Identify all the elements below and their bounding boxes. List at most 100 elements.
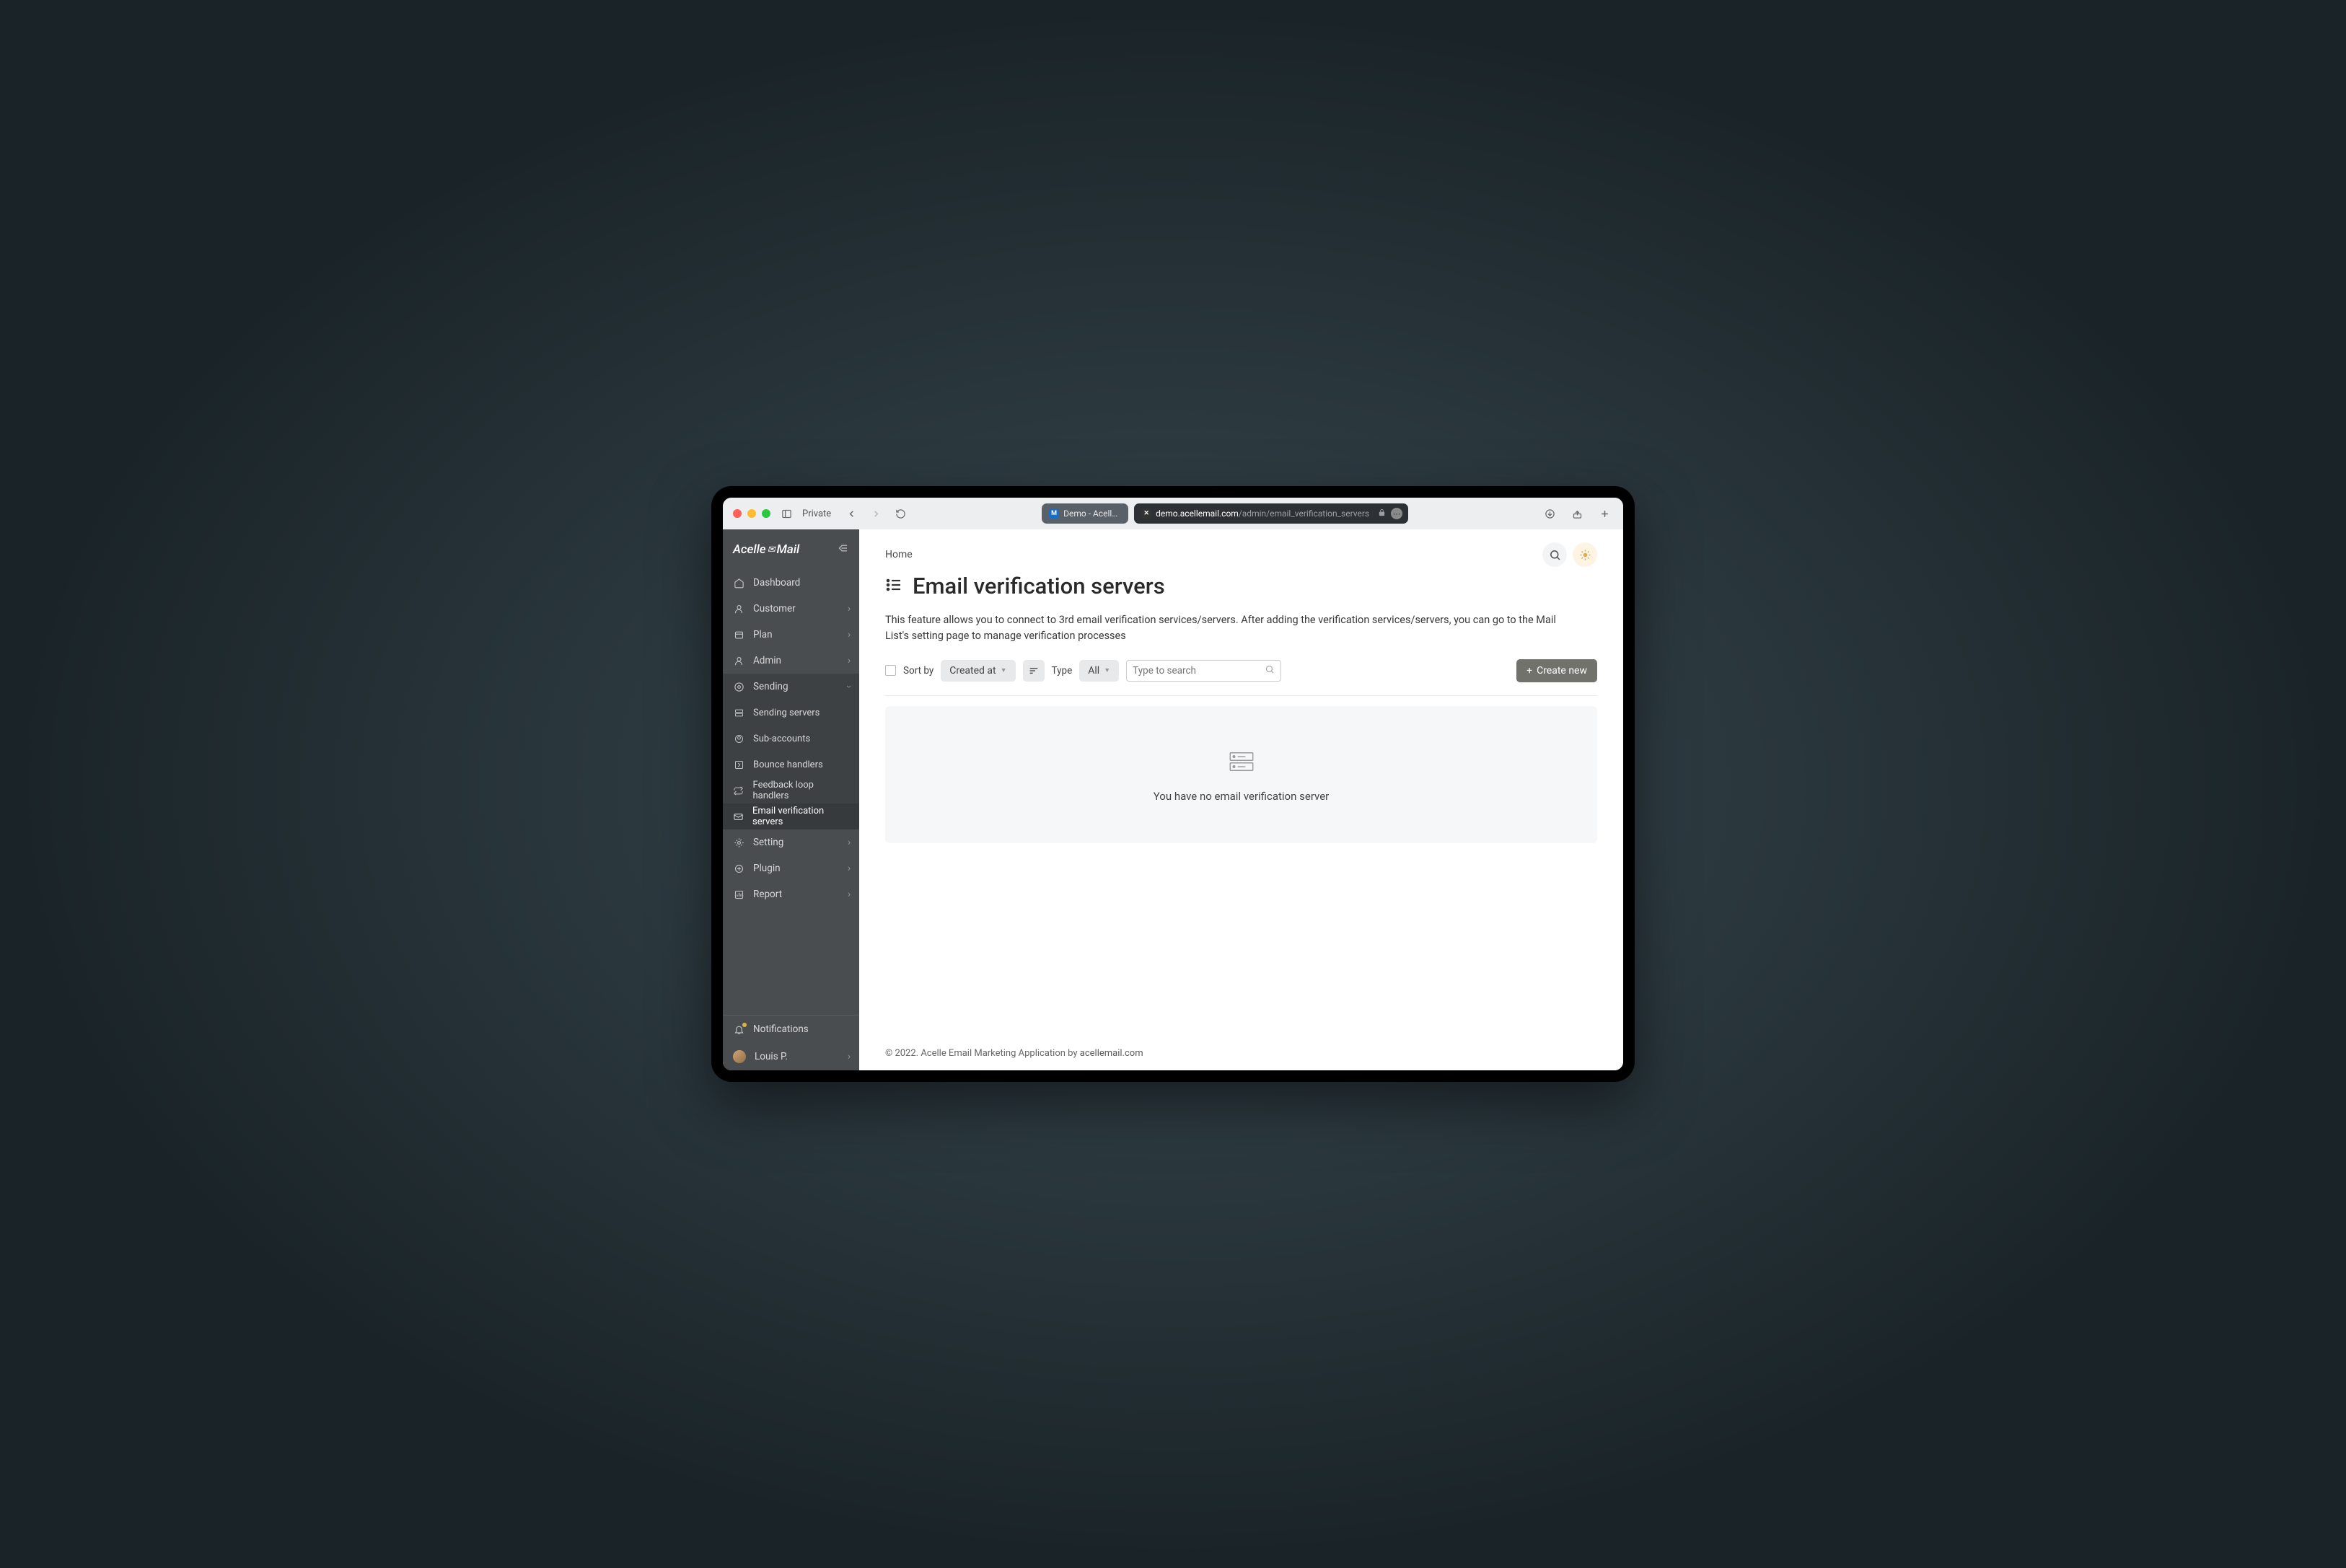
sidebar: Acelle✉Mail Dashboard Customer › Plan › … — [723, 529, 859, 1070]
forward-button[interactable] — [867, 505, 884, 522]
chevron-right-icon: › — [848, 889, 851, 900]
caret-down-icon: ▼ — [1104, 666, 1110, 674]
empty-state: You have no email verification server — [885, 706, 1597, 843]
sidebar-item-email-verification[interactable]: Email verification servers — [723, 803, 859, 829]
chevron-right-icon: › — [848, 837, 851, 848]
chevron-right-icon: › — [848, 603, 851, 615]
verification-icon — [733, 811, 744, 822]
minimize-window-button[interactable] — [747, 509, 756, 518]
search-button[interactable] — [1542, 542, 1567, 567]
window-controls — [733, 509, 770, 518]
sidebar-item-label: Customer — [753, 603, 796, 615]
admin-icon — [733, 656, 744, 666]
browser-tab-active[interactable]: ✕ demo.acellemail.com/admin/email_verifi… — [1134, 503, 1408, 524]
tab-favicon: M — [1049, 508, 1059, 519]
type-dropdown[interactable]: All▼ — [1079, 660, 1119, 682]
sidebar-item-plan[interactable]: Plan › — [723, 622, 859, 648]
server-icon — [733, 708, 744, 718]
sidebar-item-sending-servers[interactable]: Sending servers — [723, 700, 859, 726]
sidebar-item-label: Dashboard — [753, 577, 800, 589]
sidebar-item-feedback-loop[interactable]: Feedback loop handlers — [723, 778, 859, 803]
plan-icon — [733, 630, 744, 640]
sidebar-item-label: Email verification servers — [752, 806, 849, 827]
toolbar: Sort by Created at▼ Type All▼ + Create n… — [885, 659, 1597, 696]
loop-icon — [733, 785, 744, 796]
app-logo: Acelle✉Mail — [723, 529, 859, 570]
empty-state-text: You have no email verification server — [1154, 790, 1330, 803]
plus-icon: + — [1526, 665, 1532, 677]
url-bar: demo.acellemail.com/admin/email_verifica… — [1156, 508, 1369, 519]
search-input-wrapper — [1126, 660, 1281, 682]
tab-title: Demo - Acelle E... — [1063, 508, 1121, 519]
sort-direction-button[interactable] — [1023, 660, 1045, 682]
sidebar-item-report[interactable]: Report › — [723, 881, 859, 907]
sidebar-item-label: Plan — [753, 629, 773, 640]
sidebar-item-customer[interactable]: Customer › — [723, 596, 859, 622]
new-tab-icon[interactable] — [1596, 505, 1613, 522]
chevron-right-icon: › — [848, 863, 851, 874]
close-window-button[interactable] — [733, 509, 742, 518]
sidebar-item-label: Feedback loop handlers — [753, 780, 849, 801]
sort-label: Sort by — [903, 665, 933, 677]
maximize-window-button[interactable] — [762, 509, 770, 518]
plugin-icon — [733, 863, 744, 874]
sidebar-item-label: Plugin — [753, 863, 781, 874]
caret-down-icon: ▼ — [1001, 666, 1007, 674]
back-button[interactable] — [843, 505, 860, 522]
page-description: This feature allows you to connect to 3r… — [885, 612, 1578, 645]
sidebar-item-label: Admin — [753, 655, 781, 666]
chevron-right-icon: › — [848, 1051, 851, 1062]
accounts-icon — [733, 734, 744, 744]
collapse-sidebar-icon[interactable] — [836, 542, 849, 558]
sidebar-item-label: Notifications — [753, 1023, 809, 1035]
browser-chrome: Private M Demo - Acelle E... ✕ demo.acel… — [723, 498, 1623, 529]
footer-link[interactable]: acellemail.com — [1080, 1048, 1143, 1059]
sidebar-item-label: Sub-accounts — [753, 734, 810, 744]
empty-server-icon — [1226, 746, 1257, 777]
sidebar-item-sub-accounts[interactable]: Sub-accounts — [723, 726, 859, 752]
sidebar-item-dashboard[interactable]: Dashboard — [723, 570, 859, 596]
user-icon — [733, 604, 744, 615]
sidebar-item-label: Bounce handlers — [753, 759, 823, 770]
create-new-button[interactable]: + Create new — [1516, 659, 1597, 682]
download-icon[interactable] — [1541, 505, 1558, 522]
avatar — [733, 1050, 746, 1063]
chevron-right-icon: › — [848, 629, 851, 640]
home-icon — [733, 578, 744, 589]
reload-button[interactable] — [892, 505, 909, 522]
theme-toggle-button[interactable] — [1573, 542, 1597, 567]
search-icon — [1265, 664, 1275, 677]
sending-icon — [733, 682, 744, 692]
sidebar-item-label: Sending — [753, 681, 788, 692]
sidebar-item-user[interactable]: Louis P. › — [723, 1043, 859, 1070]
sort-dropdown[interactable]: Created at▼ — [941, 660, 1015, 682]
sidebar-item-notifications[interactable]: Notifications — [723, 1016, 859, 1043]
tab-menu-icon[interactable]: ⋯ — [1391, 508, 1402, 519]
sidebar-item-sending[interactable]: Sending › — [723, 674, 859, 700]
sidebar-item-label: Sending servers — [753, 708, 820, 718]
sidebar-item-plugin[interactable]: Plugin › — [723, 855, 859, 881]
sidebar-item-label: Report — [753, 889, 782, 900]
gear-icon — [733, 837, 744, 848]
page-title: Email verification servers — [913, 573, 1165, 599]
tab-favicon: ✕ — [1141, 508, 1151, 519]
sidebar-toggle-icon[interactable] — [778, 505, 795, 522]
user-name: Louis P. — [755, 1051, 788, 1062]
browser-tab-1[interactable]: M Demo - Acelle E... — [1042, 503, 1128, 524]
private-label: Private — [802, 508, 831, 519]
sidebar-item-setting[interactable]: Setting › — [723, 829, 859, 855]
footer: © 2022. Acelle Email Marketing Applicati… — [859, 1036, 1623, 1070]
chevron-down-icon: › — [843, 685, 855, 688]
report-icon — [733, 889, 744, 900]
lock-icon — [1378, 508, 1386, 519]
type-label: Type — [1052, 665, 1073, 677]
sidebar-item-admin[interactable]: Admin › — [723, 648, 859, 674]
share-icon[interactable] — [1568, 505, 1586, 522]
sidebar-item-label: Setting — [753, 837, 783, 848]
list-icon — [885, 576, 902, 596]
breadcrumb[interactable]: Home — [885, 549, 913, 560]
sidebar-item-bounce-handlers[interactable]: Bounce handlers — [723, 752, 859, 778]
select-all-checkbox[interactable] — [885, 665, 896, 676]
bell-icon — [733, 1024, 744, 1035]
search-input[interactable] — [1133, 665, 1260, 677]
